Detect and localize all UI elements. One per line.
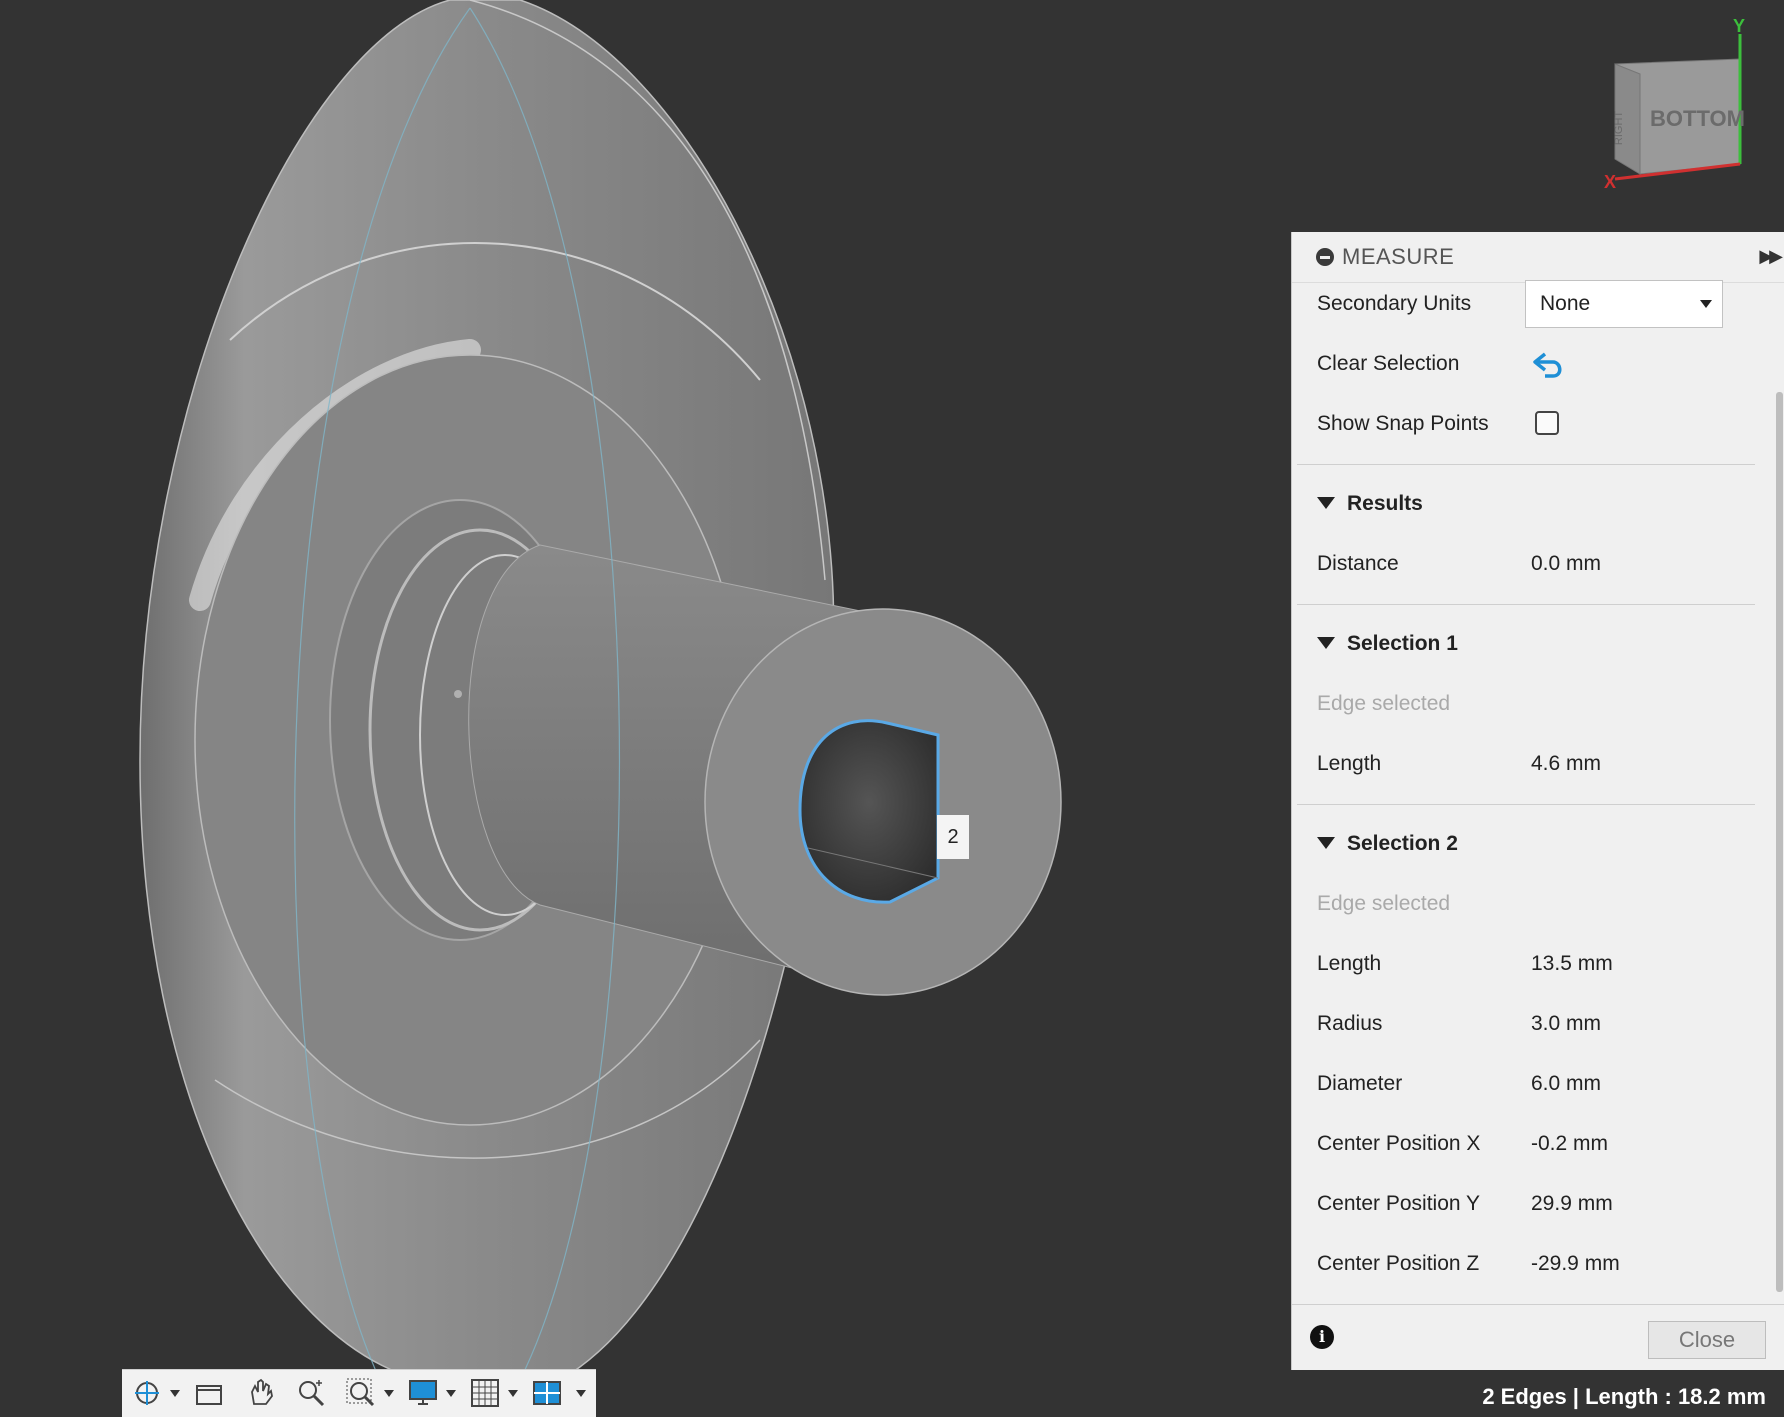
panel-scrollbar[interactable] — [1776, 392, 1783, 1292]
selection2-status: Edge selected — [1317, 892, 1451, 915]
show-snap-points-label: Show Snap Points — [1317, 412, 1489, 435]
selection2-center-y-value: 29.9 mm — [1531, 1192, 1613, 1215]
secondary-units-label: Secondary Units — [1317, 292, 1472, 315]
distance-label: Distance — [1317, 552, 1399, 575]
view-cube[interactable]: BOTTOM RIGHT Y X — [1590, 14, 1770, 194]
chevron-down-icon[interactable] — [446, 1390, 456, 1397]
divider — [1297, 804, 1755, 805]
clear-selection-undo-icon[interactable] — [1531, 350, 1567, 380]
minimize-icon[interactable] — [1316, 248, 1334, 266]
pan-icon[interactable] — [244, 1376, 278, 1410]
chevron-down-icon[interactable] — [576, 1390, 586, 1397]
selection2-title: Selection 2 — [1347, 832, 1458, 855]
show-snap-points-checkbox[interactable] — [1535, 411, 1559, 435]
selection1-section-header[interactable]: Selection 1 — [1317, 632, 1458, 656]
fit-icon[interactable] — [344, 1376, 378, 1410]
selection2-length-label: Length — [1317, 952, 1382, 975]
secondary-units-value: None — [1540, 292, 1591, 315]
viewports-icon[interactable] — [530, 1376, 564, 1410]
chevron-down-icon[interactable] — [384, 1390, 394, 1397]
selection1-length-label: Length — [1317, 752, 1382, 775]
axis-y-label: Y — [1733, 16, 1746, 36]
navigation-toolbar — [122, 1369, 596, 1417]
grid-icon[interactable] — [468, 1376, 502, 1410]
status-bar-text: 2 Edges | Length : 18.2 mm — [1482, 1384, 1766, 1409]
selection2-radius-value: 3.0 mm — [1531, 1012, 1602, 1035]
distance-value: 0.0 mm — [1531, 552, 1602, 575]
display-settings-icon[interactable] — [406, 1376, 440, 1410]
selection2-radius-label: Radius — [1317, 1012, 1383, 1035]
viewcube-face-label[interactable]: BOTTOM — [1650, 106, 1745, 132]
chevron-down-icon[interactable] — [508, 1390, 518, 1397]
secondary-units-dropdown[interactable]: None — [1525, 280, 1723, 328]
chevron-down-icon[interactable] — [170, 1390, 180, 1397]
selection2-center-x-value: -0.2 mm — [1531, 1132, 1609, 1155]
axis-x-label: X — [1604, 172, 1617, 192]
measure-panel: MEASURE ▶▶ Secondary Units None Clear Se… — [1291, 232, 1784, 1370]
viewcube-side-label[interactable]: RIGHT — [1613, 111, 1625, 145]
close-button[interactable]: Close — [1648, 1321, 1766, 1359]
selection1-title: Selection 1 — [1347, 632, 1458, 655]
edge-selection-tag: 2 — [937, 815, 969, 859]
collapse-triangle-icon — [1317, 637, 1335, 649]
chevron-down-icon — [1700, 300, 1712, 308]
panel-footer: i Close — [1292, 1304, 1784, 1371]
results-section-header[interactable]: Results — [1317, 492, 1423, 516]
selection2-center-y-label: Center Position Y — [1317, 1192, 1481, 1215]
zoom-icon[interactable] — [294, 1376, 328, 1410]
selection2-center-x-label: Center Position X — [1317, 1132, 1481, 1155]
info-icon[interactable]: i — [1310, 1325, 1334, 1349]
clear-selection-label: Clear Selection — [1317, 352, 1460, 375]
selection2-center-z-value: -29.9 mm — [1531, 1252, 1620, 1275]
selection1-length-value: 4.6 mm — [1531, 752, 1602, 775]
orbit-icon[interactable] — [130, 1376, 164, 1410]
collapse-triangle-icon — [1317, 837, 1335, 849]
results-title: Results — [1347, 492, 1423, 515]
selection2-center-z-label: Center Position Z — [1317, 1252, 1480, 1275]
collapse-triangle-icon — [1317, 497, 1335, 509]
selection2-diameter-value: 6.0 mm — [1531, 1072, 1602, 1095]
divider — [1297, 464, 1755, 465]
panel-title: MEASURE — [1342, 244, 1455, 269]
selection1-status: Edge selected — [1317, 692, 1451, 715]
panel-header: MEASURE ▶▶ — [1292, 232, 1784, 283]
look-at-icon[interactable] — [192, 1376, 226, 1410]
selection2-length-value: 13.5 mm — [1531, 952, 1613, 975]
divider — [1297, 604, 1755, 605]
selection2-section-header[interactable]: Selection 2 — [1317, 832, 1458, 856]
selection2-diameter-label: Diameter — [1317, 1072, 1403, 1095]
collapse-panel-icon[interactable]: ▶▶ — [1759, 246, 1783, 267]
